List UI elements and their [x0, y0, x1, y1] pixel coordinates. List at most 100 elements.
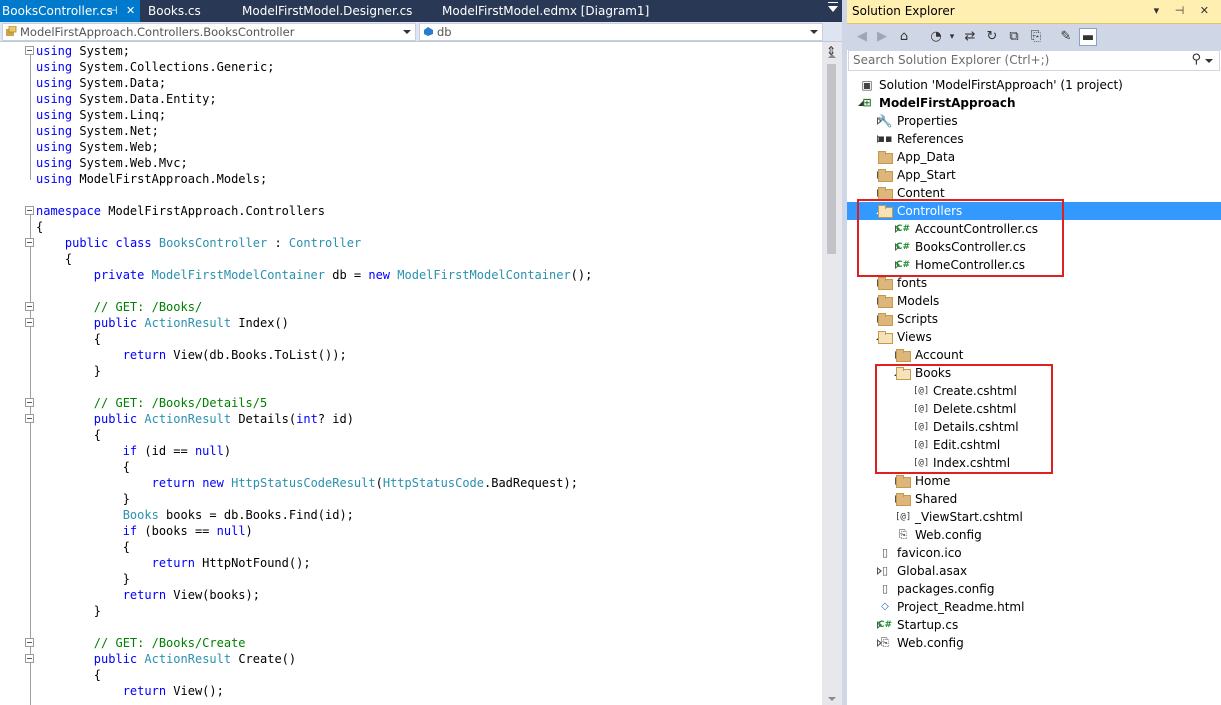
- pin-icon[interactable]: ⊣: [108, 0, 118, 22]
- code-line[interactable]: public ActionResult Details(int? id): [36, 411, 354, 427]
- tree-item-label: ModelFirstApproach: [879, 96, 1016, 110]
- code-line[interactable]: {: [36, 459, 130, 475]
- tree-item[interactable]: Scripts: [847, 310, 1221, 328]
- code-line[interactable]: return View(db.Books.ToList());: [36, 347, 347, 363]
- collapse-icon[interactable]: [25, 414, 34, 423]
- code-line[interactable]: public class BooksController : Controlle…: [36, 235, 361, 251]
- properties-icon[interactable]: ✎: [1057, 28, 1075, 46]
- chevron-down-icon[interactable]: [1205, 59, 1213, 63]
- tree-item[interactable]: ▯ favicon.ico: [847, 544, 1221, 562]
- code-line[interactable]: using System.Data;: [36, 75, 166, 91]
- back-icon[interactable]: ◀: [853, 28, 871, 46]
- dropdown-icon[interactable]: ▾: [943, 28, 961, 46]
- tree-item[interactable]: ▣ Solution 'ModelFirstApproach' (1 projec…: [847, 76, 1221, 94]
- tree-item[interactable]: ◇ Project_Readme.html: [847, 598, 1221, 616]
- code-line[interactable]: using System.Collections.Generic;: [36, 59, 274, 75]
- code-line[interactable]: using System.Data.Entity;: [36, 91, 217, 107]
- tree-item[interactable]: Shared: [847, 490, 1221, 508]
- code-line[interactable]: }: [36, 571, 130, 587]
- scroll-down-icon[interactable]: [828, 697, 836, 701]
- forward-icon[interactable]: ▶: [873, 28, 891, 46]
- code-token: // GET: /Books/Details/5: [93, 396, 268, 410]
- code-line[interactable]: using System.Web;: [36, 139, 159, 155]
- sync-icon[interactable]: ⇄: [961, 28, 979, 46]
- code-line[interactable]: using System.Web.Mvc;: [36, 155, 188, 171]
- collapse-icon[interactable]: [25, 654, 34, 663]
- tree-item[interactable]: [@] _ViewStart.cshtml: [847, 508, 1221, 526]
- code-line[interactable]: public ActionResult Index(): [36, 315, 289, 331]
- solution-search-input[interactable]: Search Solution Explorer (Ctrl+;) ⚲: [848, 50, 1220, 71]
- code-token: using: [36, 172, 73, 186]
- code-line[interactable]: {: [36, 539, 130, 555]
- tree-item[interactable]: ▪▪ References: [847, 130, 1221, 148]
- vertical-scrollbar[interactable]: ⇕: [822, 42, 842, 705]
- code-line[interactable]: if (books == null): [36, 523, 253, 539]
- window-controls-icon[interactable]: ▾ ⊣ ✕: [1154, 4, 1215, 17]
- tree-item[interactable]: Views: [847, 328, 1221, 346]
- code-line[interactable]: public ActionResult Create(): [36, 651, 296, 667]
- code-line[interactable]: {: [36, 251, 72, 267]
- code-line[interactable]: {: [36, 427, 101, 443]
- tree-item[interactable]: App_Data: [847, 148, 1221, 166]
- code-line[interactable]: {: [36, 331, 101, 347]
- code-line[interactable]: using System;: [36, 43, 130, 59]
- code-line[interactable]: if (id == null): [36, 443, 231, 459]
- code-line[interactable]: // GET: /Books/Details/5: [36, 395, 267, 411]
- code-line[interactable]: // GET: /Books/: [36, 299, 202, 315]
- close-icon[interactable]: ✕: [126, 0, 135, 22]
- code-line[interactable]: {: [36, 667, 101, 683]
- tab-modelfirstmodel-designer[interactable]: ModelFirstModel.Designer.cs: [240, 0, 412, 22]
- tab-books[interactable]: Books.cs: [146, 0, 201, 22]
- code-line[interactable]: using ModelFirstApproach.Models;: [36, 171, 267, 187]
- collapse-icon[interactable]: [25, 398, 34, 407]
- tab-modelfirstmodel-edmx[interactable]: ModelFirstModel.edmx [Diagram1]: [440, 0, 649, 22]
- collapse-icon[interactable]: [25, 638, 34, 647]
- code-line[interactable]: }: [36, 363, 101, 379]
- code-line[interactable]: {: [36, 219, 43, 235]
- scrollbar-thumb[interactable]: [827, 64, 836, 254]
- collapse-icon[interactable]: [25, 46, 34, 55]
- code-line[interactable]: return View();: [36, 683, 224, 699]
- code-line[interactable]: // GET: /Books/Create: [36, 635, 246, 651]
- tab-bookscontroller[interactable]: BooksController.cs ⊣ ✕: [0, 0, 140, 22]
- refresh-icon[interactable]: ↻: [983, 28, 1001, 46]
- tree-item[interactable]: Account: [847, 346, 1221, 364]
- scroll-up-icon[interactable]: [828, 54, 836, 58]
- code-line[interactable]: namespace ModelFirstApproach.Controllers: [36, 203, 325, 219]
- collapse-icon[interactable]: [25, 302, 34, 311]
- collapse-icon[interactable]: [25, 206, 34, 215]
- tree-item[interactable]: ▯ Global.asax: [847, 562, 1221, 580]
- code-line[interactable]: }: [36, 491, 130, 507]
- code-line[interactable]: Books books = db.Books.Find(id);: [36, 507, 354, 523]
- code-text-area[interactable]: using System; using System.Collections.Ge…: [0, 42, 822, 705]
- code-line[interactable]: return HttpNotFound();: [36, 555, 311, 571]
- code-line[interactable]: using System.Linq;: [36, 107, 166, 123]
- tree-item[interactable]: App_Start: [847, 166, 1221, 184]
- collapse-icon[interactable]: [25, 238, 34, 247]
- tree-item[interactable]: Models: [847, 292, 1221, 310]
- code-line[interactable]: return View(books);: [36, 587, 260, 603]
- collapse-icon[interactable]: [25, 318, 34, 327]
- tree-item[interactable]: ⎘ Web.config: [847, 526, 1221, 544]
- tree-item[interactable]: 🔧 Properties: [847, 112, 1221, 130]
- code-line[interactable]: using System.Net;: [36, 123, 159, 139]
- code-token: :: [267, 236, 289, 250]
- home-icon[interactable]: ⌂: [895, 28, 913, 46]
- tree-item[interactable]: C# Startup.cs: [847, 616, 1221, 634]
- preview-icon[interactable]: ▬: [1079, 28, 1097, 46]
- wrench-icon: 🔧: [877, 114, 893, 128]
- code-line[interactable]: return new HttpStatusCodeResult(HttpStat…: [36, 475, 578, 491]
- code-token: (books ==: [137, 524, 217, 538]
- collapse-all-icon[interactable]: ⧉: [1005, 28, 1023, 46]
- type-dropdown[interactable]: ModelFirstApproach.Controllers.BooksCont…: [2, 23, 416, 41]
- search-icon[interactable]: ⚲: [1191, 52, 1201, 67]
- code-token: .BadRequest);: [484, 476, 578, 490]
- tree-item[interactable]: ⊞ ModelFirstApproach: [847, 94, 1221, 112]
- member-dropdown[interactable]: db: [419, 23, 823, 41]
- tree-item[interactable]: Home: [847, 472, 1221, 490]
- tree-item[interactable]: ▯ packages.config: [847, 580, 1221, 598]
- code-line[interactable]: private ModelFirstModelContainer db = ne…: [36, 267, 593, 283]
- code-line[interactable]: }: [36, 603, 101, 619]
- tree-item[interactable]: ⎘ Web.config: [847, 634, 1221, 652]
- show-all-files-icon[interactable]: ⎘: [1027, 28, 1045, 46]
